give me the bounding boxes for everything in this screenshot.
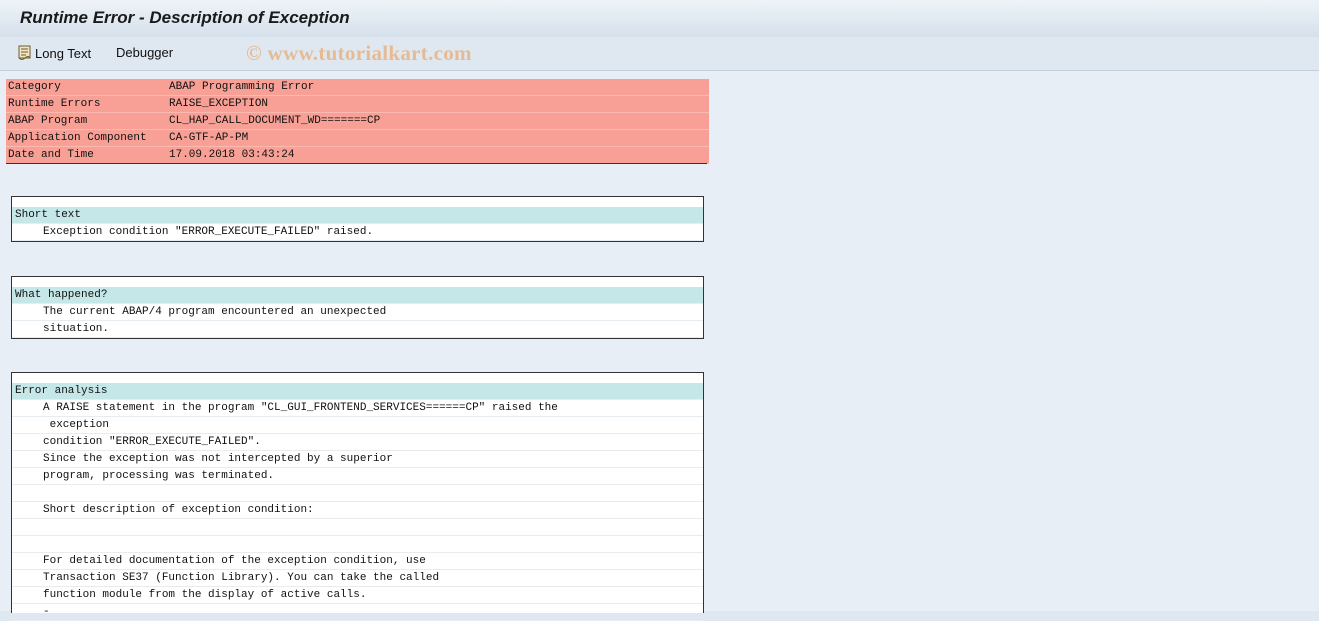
header-value: CL_HAP_CALL_DOCUMENT_WD=======CP — [169, 115, 381, 127]
section-heading: Short text — [12, 207, 703, 224]
section-line: Short description of exception condition… — [12, 502, 703, 519]
header-value: ABAP Programming Error — [169, 81, 315, 93]
error-header-table: Category ABAP Programming Error Runtime … — [6, 79, 709, 164]
header-key: Category — [8, 81, 61, 93]
header-value: RAISE_EXCEPTION — [169, 98, 269, 110]
section-line — [12, 536, 703, 553]
header-row-abap-program: ABAP Program CL_HAP_CALL_DOCUMENT_WD====… — [6, 113, 709, 130]
section-line — [12, 485, 703, 502]
section-line: Transaction SE37 (Function Library). You… — [12, 570, 703, 587]
short-text-section: Short text Exception condition "ERROR_EX… — [11, 196, 704, 242]
header-row-category: Category ABAP Programming Error — [6, 79, 709, 96]
window-title: Runtime Error - Description of Exception — [20, 8, 350, 27]
section-line: exception — [12, 417, 703, 434]
header-value: CA-GTF-AP-PM — [169, 132, 249, 144]
section-line: program, processing was terminated. — [12, 468, 703, 485]
header-row-application-component: Application Component CA-GTF-AP-PM — [6, 130, 709, 147]
error-content: Category ABAP Programming Error Runtime … — [0, 71, 1319, 621]
title-bar: Runtime Error - Description of Exception — [0, 0, 1319, 38]
section-line: A RAISE statement in the program "CL_GUI… — [12, 400, 703, 417]
long-text-label: Long Text — [35, 45, 92, 61]
header-row-runtime-errors: Runtime Errors RAISE_EXCEPTION — [6, 96, 709, 113]
section-heading: What happened? — [12, 287, 703, 304]
error-analysis-section: Error analysis A RAISE statement in the … — [11, 372, 704, 621]
section-line — [12, 519, 703, 536]
section-line: Exception condition "ERROR_EXECUTE_FAILE… — [12, 224, 703, 241]
divider — [6, 163, 707, 164]
section-line: function module from the display of acti… — [12, 587, 703, 604]
header-key: Application Component — [8, 132, 147, 144]
what-happened-section: What happened? The current ABAP/4 progra… — [11, 276, 704, 339]
watermark: © www.tutorialkart.com — [246, 41, 472, 65]
application-toolbar: Long Text Debugger © www.tutorialkart.co… — [0, 37, 1319, 71]
header-key: Date and Time — [8, 149, 94, 161]
header-value: 17.09.2018 03:43:24 — [169, 149, 295, 161]
section-line: - — [12, 604, 703, 621]
header-key: ABAP Program — [8, 115, 88, 127]
section-line: situation. — [12, 321, 703, 338]
section-line: The current ABAP/4 program encountered a… — [12, 304, 703, 321]
header-row-date-time: Date and Time 17.09.2018 03:43:24 — [6, 147, 709, 164]
section-line: condition "ERROR_EXECUTE_FAILED". — [12, 434, 703, 451]
long-text-icon — [17, 45, 33, 61]
header-key: Runtime Errors — [8, 98, 101, 110]
debugger-button[interactable]: Debugger — [116, 45, 173, 60]
section-heading: Error analysis — [12, 383, 703, 400]
section-line: For detailed documentation of the except… — [12, 553, 703, 570]
debugger-label: Debugger — [116, 45, 174, 60]
long-text-button[interactable]: Long Text — [17, 45, 91, 61]
section-line: Since the exception was not intercepted … — [12, 451, 703, 468]
